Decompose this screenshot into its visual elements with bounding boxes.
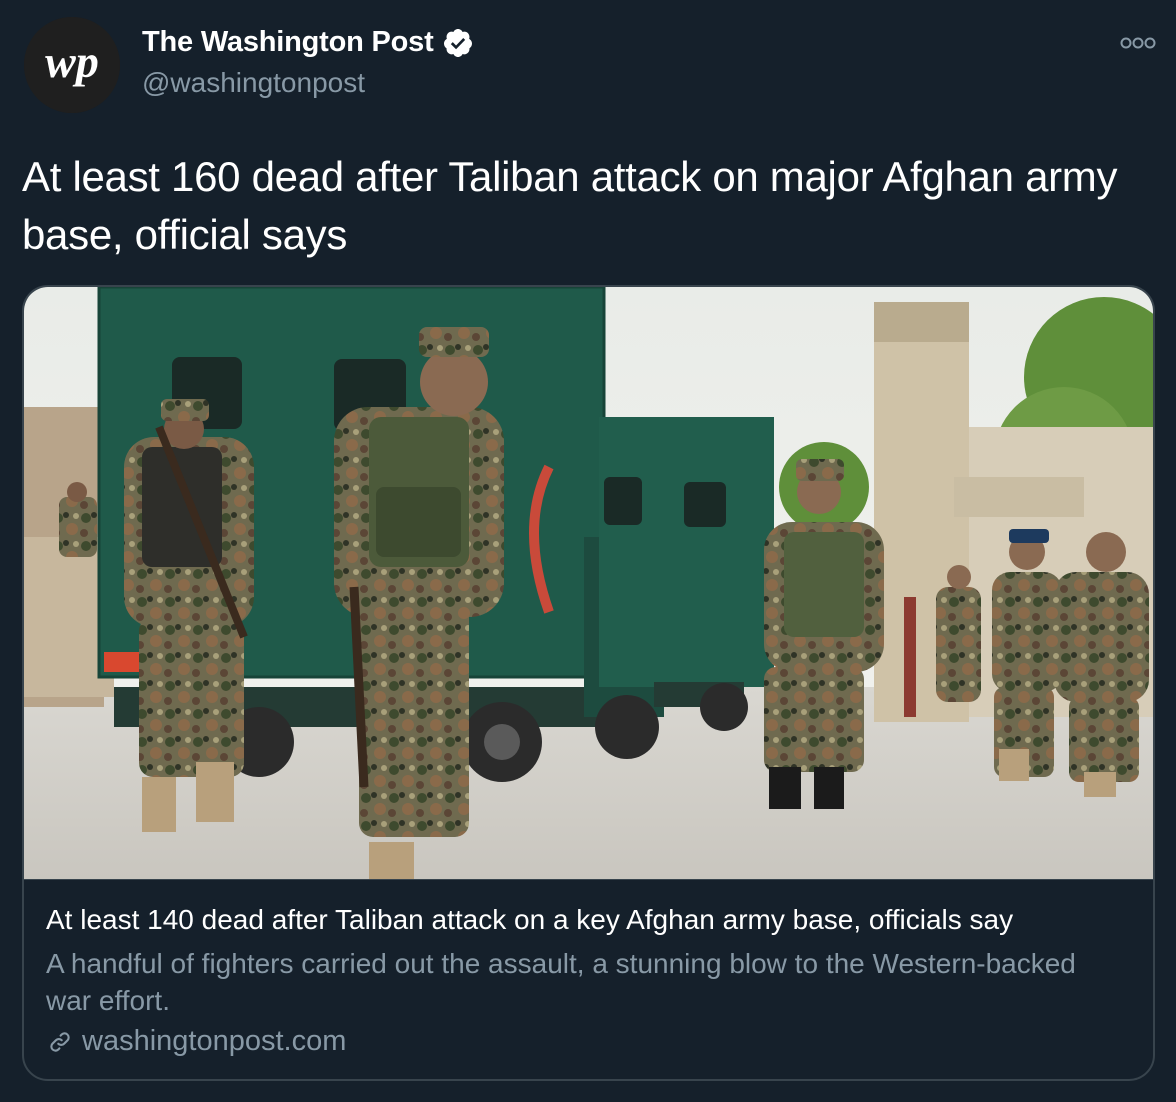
card-domain[interactable]: washingtonpost.com xyxy=(82,1025,346,1058)
more-options-icon[interactable] xyxy=(1120,36,1156,50)
card-description: A handful of fighters carried out the as… xyxy=(46,948,1076,1016)
news-photo xyxy=(24,287,1153,879)
author-handle[interactable]: @washingtonpost xyxy=(142,67,365,99)
tweet: wp The Washington Post @washingtonpost A… xyxy=(0,0,1176,1102)
author-name-row: The Washington Post xyxy=(142,26,474,59)
link-card[interactable]: At least 140 dead after Taliban attack o… xyxy=(22,285,1155,1081)
card-image[interactable] xyxy=(24,287,1153,880)
display-name[interactable]: The Washington Post xyxy=(142,26,434,59)
card-domain-link[interactable]: washingtonpost.com xyxy=(46,1025,346,1058)
link-icon xyxy=(50,1031,70,1052)
wp-logo-icon: wp xyxy=(24,17,120,113)
svg-text:wp: wp xyxy=(45,36,99,87)
tweet-text: At least 160 dead after Taliban attack o… xyxy=(22,153,1118,258)
verified-badge-icon xyxy=(443,28,472,57)
card-title[interactable]: At least 140 dead after Taliban attack o… xyxy=(46,904,1013,936)
avatar[interactable]: wp xyxy=(24,17,120,113)
